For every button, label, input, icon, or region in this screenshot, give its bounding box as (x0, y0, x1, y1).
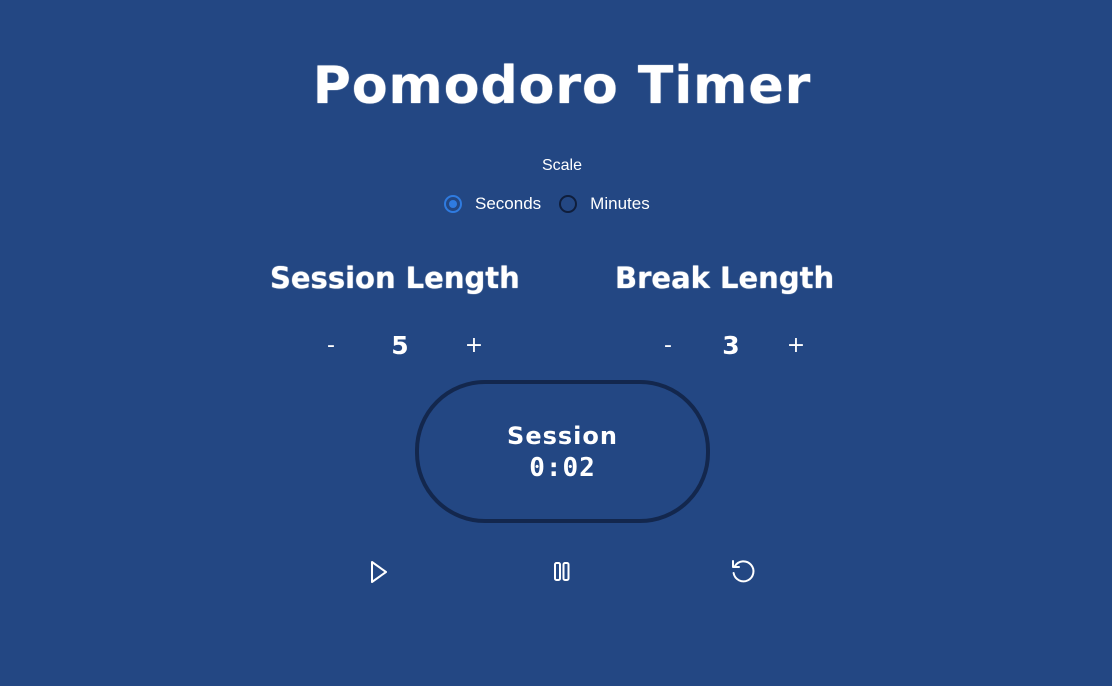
seconds-radio[interactable] (444, 195, 462, 213)
timer-label: Session (507, 421, 618, 450)
timer-time: 0:02 (529, 452, 596, 483)
play-icon (371, 561, 387, 583)
break-decrement-button[interactable]: - (653, 330, 683, 362)
scale-option-seconds[interactable]: Seconds (444, 194, 559, 214)
session-length-value: 5 (391, 331, 409, 360)
reset-icon (732, 560, 755, 583)
break-increment-button[interactable]: + (781, 330, 811, 362)
scale-option-minutes[interactable]: Minutes (559, 194, 668, 214)
scale-label: Scale (541, 157, 583, 174)
break-length-stepper: - 3 + (653, 330, 823, 362)
session-length-heading: Session Length (270, 261, 520, 295)
play-button[interactable] (365, 558, 393, 586)
scale-radio-group: Seconds Minutes (444, 192, 668, 216)
seconds-label: Seconds (475, 194, 542, 213)
session-length-stepper: - 5 + (316, 330, 496, 362)
page-title: Pomodoro Timer (312, 56, 812, 116)
timer-display: Session 0:02 (415, 380, 710, 523)
session-decrement-button[interactable]: - (316, 330, 346, 362)
break-length-value: 3 (722, 331, 740, 360)
pause-button[interactable] (548, 558, 576, 586)
pause-icon (554, 562, 570, 581)
minutes-label: Minutes (590, 194, 650, 213)
minutes-radio[interactable] (559, 195, 578, 213)
reset-button[interactable] (729, 558, 757, 586)
session-increment-button[interactable]: + (459, 330, 489, 362)
break-length-heading: Break Length (615, 261, 835, 295)
